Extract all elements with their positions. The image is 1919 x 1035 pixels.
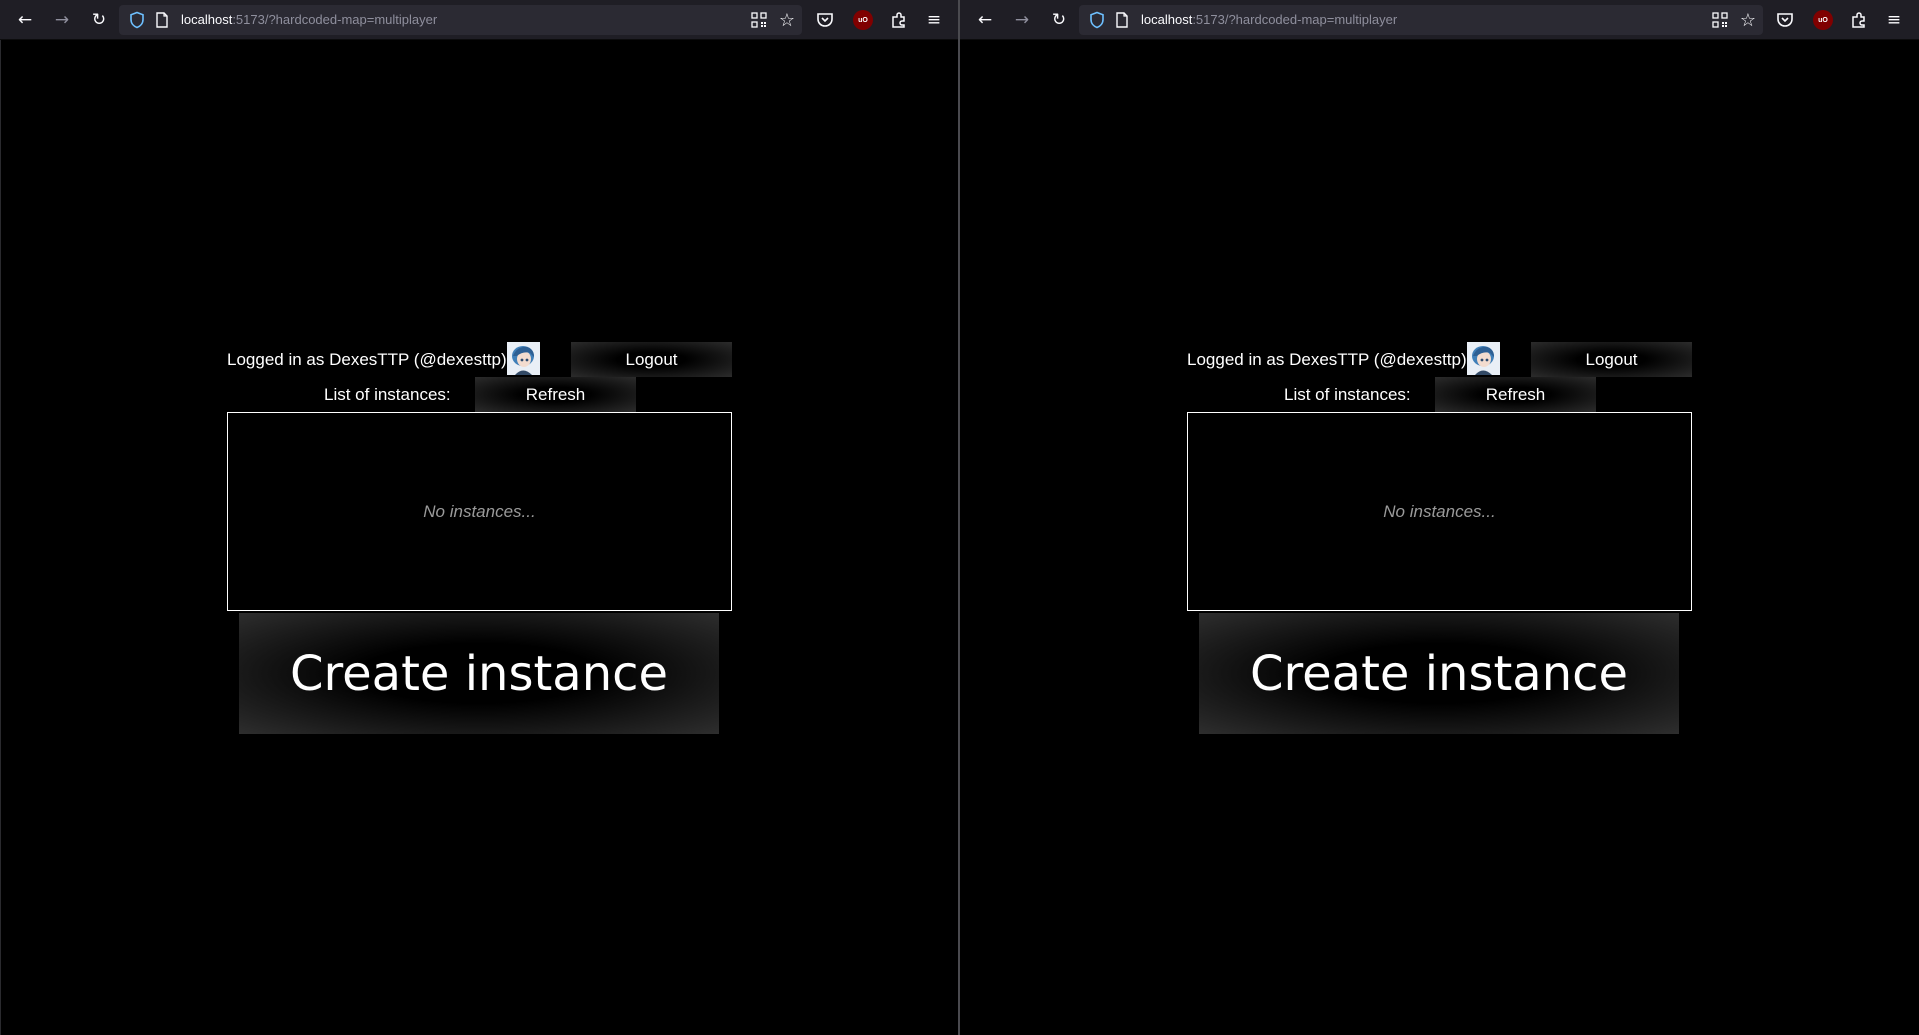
window-border (0, 40, 1, 1035)
back-icon[interactable]: ← (971, 6, 999, 34)
user-row: Logged in as DexesTTP (@dexesttp) Logout (1187, 341, 1693, 377)
browser-toolbar: ← → ↻ localhost:5173/?hardcoded-map=mult… (0, 0, 958, 40)
qr-code-icon[interactable] (1712, 12, 1728, 28)
reload-icon[interactable]: ↻ (1045, 6, 1073, 34)
instances-list-label: List of instances: (1284, 385, 1411, 404)
empty-state-text: No instances... (1383, 501, 1496, 521)
forward-icon[interactable]: → (1008, 6, 1036, 34)
instances-list[interactable]: No instances... (1187, 412, 1692, 611)
qr-code-icon[interactable] (751, 12, 767, 28)
logout-button[interactable]: Logout (571, 342, 732, 377)
logged-in-label: Logged in as DexesTTP (@dexesttp) (1187, 350, 1467, 369)
tracking-shield-icon[interactable] (128, 11, 146, 29)
menu-icon[interactable]: ≡ (1880, 6, 1908, 34)
back-icon[interactable]: ← (11, 6, 39, 34)
save-to-pocket-icon[interactable] (816, 11, 834, 29)
instances-list-label: List of instances: (324, 385, 451, 404)
page-icon (1116, 12, 1128, 28)
url-text[interactable]: localhost:5173/?hardcoded-map=multiplaye… (181, 12, 437, 27)
forward-icon[interactable]: → (48, 6, 76, 34)
instances-header: List of instances: Refresh (1187, 377, 1693, 412)
refresh-button[interactable]: Refresh (1435, 377, 1596, 412)
tracking-shield-icon[interactable] (1088, 11, 1106, 29)
extensions-icon[interactable] (890, 11, 908, 29)
refresh-button[interactable]: Refresh (475, 377, 636, 412)
address-bar[interactable]: localhost:5173/?hardcoded-map=multiplaye… (119, 5, 802, 35)
avatar-image (1467, 342, 1500, 375)
browser-toolbar: ← → ↻ localhost:5173/?hardcoded-map=mult… (960, 0, 1919, 40)
extensions-icon[interactable] (1850, 11, 1868, 29)
create-instance-button[interactable]: Create instance (1199, 613, 1679, 734)
user-row: Logged in as DexesTTP (@dexesttp) Logout (227, 341, 733, 377)
logout-button[interactable]: Logout (1531, 342, 1692, 377)
address-bar[interactable]: localhost:5173/?hardcoded-map=multiplaye… (1079, 5, 1763, 35)
avatar (507, 342, 540, 375)
save-to-pocket-icon[interactable] (1776, 11, 1794, 29)
create-instance-button[interactable]: Create instance (239, 613, 719, 734)
bookmark-star-icon[interactable]: ☆ (1740, 10, 1756, 31)
logged-in-label: Logged in as DexesTTP (@dexesttp) (227, 350, 507, 369)
ublock-icon[interactable]: uO (1813, 10, 1833, 30)
ublock-icon[interactable]: uO (853, 10, 873, 30)
desktop-screen: ← → ↻ localhost:5173/?hardcoded-map=mult… (0, 0, 1919, 1035)
avatar-image (507, 342, 540, 375)
avatar (1467, 342, 1500, 375)
bookmark-star-icon[interactable]: ☆ (779, 10, 795, 31)
empty-state-text: No instances... (423, 501, 536, 521)
reload-icon[interactable]: ↻ (85, 6, 113, 34)
browser-window-left: ← → ↻ localhost:5173/?hardcoded-map=mult… (0, 0, 958, 1035)
page-icon (156, 12, 168, 28)
instances-list[interactable]: No instances... (227, 412, 732, 611)
menu-icon[interactable]: ≡ (920, 6, 948, 34)
url-text[interactable]: localhost:5173/?hardcoded-map=multiplaye… (1141, 12, 1397, 27)
instances-header: List of instances: Refresh (227, 377, 733, 412)
browser-window-right: ← → ↻ localhost:5173/?hardcoded-map=mult… (960, 0, 1919, 1035)
